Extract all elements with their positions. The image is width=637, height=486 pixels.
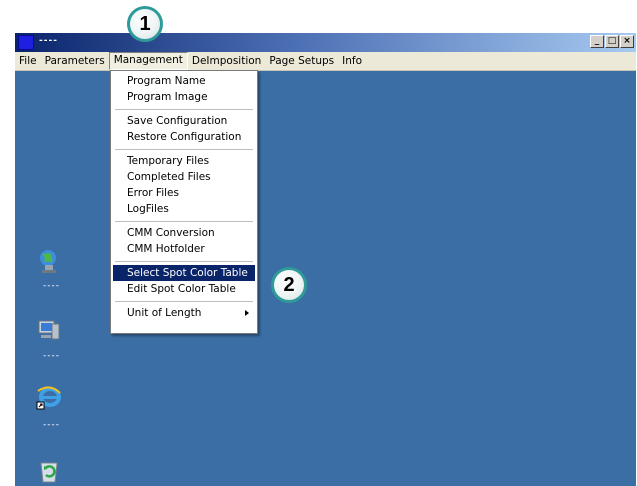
minimize-button[interactable]: _: [590, 35, 604, 48]
callout-marker-2: 2: [271, 267, 307, 303]
menu-separator: [115, 109, 253, 110]
menu-item-cmm-hotfolder[interactable]: CMM Hotfolder: [113, 241, 255, 257]
caption-buttons: _ □ ×: [590, 35, 634, 48]
recycle-bin-icon[interactable]: [36, 457, 62, 483]
menu-parameters[interactable]: Parameters: [41, 53, 109, 69]
maximize-button[interactable]: □: [605, 35, 619, 48]
menu-deimposition[interactable]: DeImposition: [188, 53, 265, 69]
menu-item-temporary-files[interactable]: Temporary Files: [113, 153, 255, 169]
internet-explorer-icon[interactable]: [36, 385, 62, 411]
window-title: ----: [39, 36, 58, 46]
menu-item-error-files[interactable]: Error Files: [113, 185, 255, 201]
menu-item-completed-files[interactable]: Completed Files: [113, 169, 255, 185]
menu-separator: [115, 301, 253, 302]
close-button[interactable]: ×: [620, 35, 634, 48]
application-window: ---- _ □ × File Parameters Management De…: [15, 33, 636, 486]
menu-file[interactable]: File: [15, 53, 41, 69]
menu-item-logfiles[interactable]: LogFiles: [113, 201, 255, 217]
menu-item-label: Unit of Length: [127, 307, 202, 319]
menu-item-edit-spot-color-table[interactable]: Edit Spot Color Table: [113, 281, 255, 297]
menu-management[interactable]: Management: [108, 52, 188, 70]
app-icon[interactable]: [18, 35, 34, 50]
menu-bar: File Parameters Management DeImposition …: [15, 52, 636, 71]
menu-separator: [115, 149, 253, 150]
desktop-icon-label: ----: [43, 351, 60, 361]
menu-separator: [115, 221, 253, 222]
menu-page-setups[interactable]: Page Setups: [265, 53, 338, 69]
menu-separator: [115, 261, 253, 262]
computer-icon[interactable]: [36, 317, 62, 343]
callout-marker-1: 1: [127, 6, 163, 42]
menu-item-restore-configuration[interactable]: Restore Configuration: [113, 129, 255, 145]
network-icon[interactable]: [36, 248, 62, 274]
title-bar[interactable]: ---- _ □ ×: [15, 33, 636, 52]
desktop-icon-label: ----: [43, 420, 60, 430]
menu-item-save-configuration[interactable]: Save Configuration: [113, 113, 255, 129]
submenu-arrow-icon: [245, 310, 249, 316]
menu-info[interactable]: Info: [338, 53, 366, 69]
menu-item-program-image[interactable]: Program Image: [113, 89, 255, 105]
menu-item-program-name[interactable]: Program Name: [113, 73, 255, 89]
menu-item-select-spot-color-table[interactable]: Select Spot Color Table: [113, 265, 255, 281]
menu-item-unit-of-length[interactable]: Unit of Length: [113, 305, 255, 321]
management-dropdown: Program Name Program Image Save Configur…: [110, 70, 258, 334]
desktop-icon-label: ----: [43, 281, 60, 291]
menu-item-cmm-conversion[interactable]: CMM Conversion: [113, 225, 255, 241]
